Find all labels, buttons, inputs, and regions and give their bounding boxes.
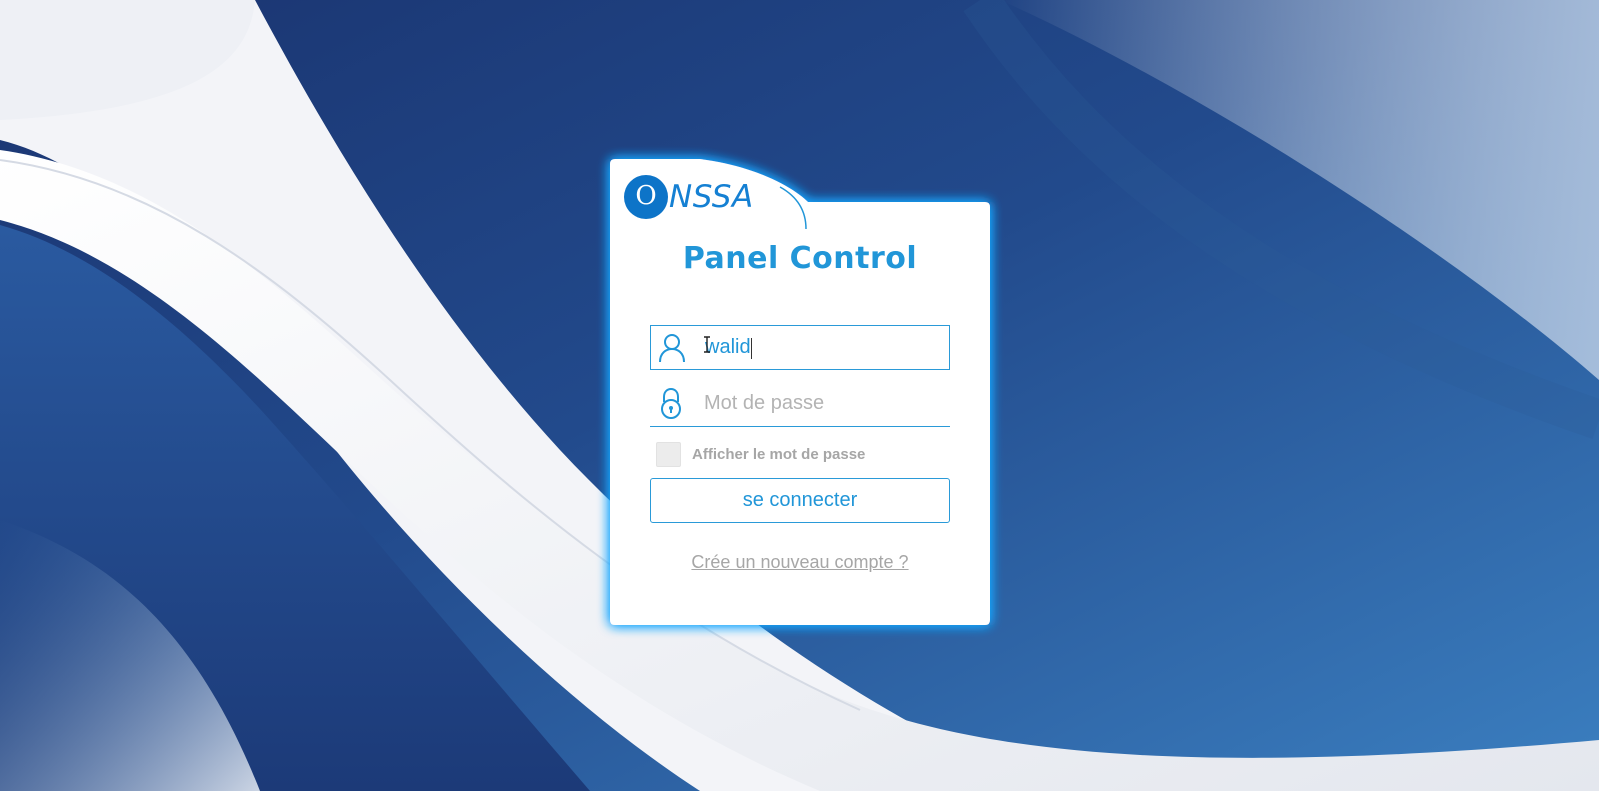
lock-icon	[661, 387, 681, 419]
login-card: O NSSA Panel Control Afficher le mot de …	[610, 159, 990, 625]
username-field[interactable]	[650, 325, 950, 370]
password-field[interactable]	[650, 381, 950, 427]
logo-badge: O	[624, 175, 668, 219]
user-icon	[659, 334, 685, 363]
text-caret	[751, 338, 752, 359]
create-account-link[interactable]: Crée un nouveau compte ?	[610, 552, 990, 573]
show-password-label: Afficher le mot de passe	[692, 445, 866, 463]
page-title: Panel Control	[682, 241, 918, 276]
logo-text: NSSA	[669, 179, 754, 215]
ibeam-cursor-icon	[704, 336, 710, 353]
show-password-option[interactable]: Afficher le mot de passe	[656, 441, 866, 467]
password-input[interactable]	[704, 381, 944, 426]
show-password-checkbox[interactable]	[656, 441, 681, 467]
login-button[interactable]: se connecter	[650, 478, 950, 523]
username-input[interactable]	[705, 326, 945, 369]
onssa-logo: O NSSA	[624, 175, 754, 219]
